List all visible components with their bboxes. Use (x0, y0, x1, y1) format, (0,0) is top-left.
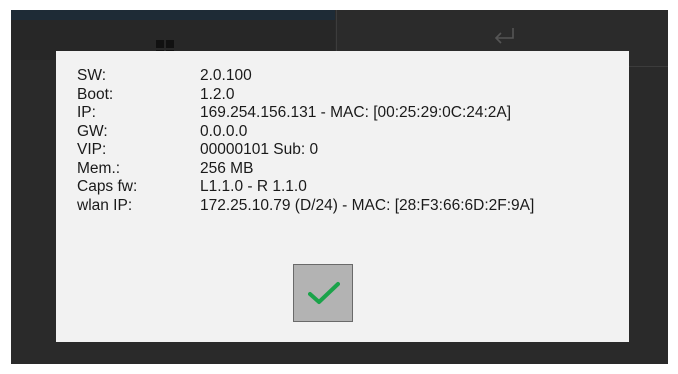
vip-label: VIP: (77, 141, 107, 158)
gw-label: GW: (77, 122, 108, 140)
sw-value: 2.0.100 (200, 67, 252, 84)
info-row-caps-fw: Caps fw: L1.1.0 - R 1.1.0 (77, 178, 534, 197)
info-row-sw: SW: 2.0.100 (77, 67, 534, 86)
mem-label: Mem.: (77, 159, 121, 177)
checkmark-icon (308, 282, 340, 304)
system-info-dialog: SW: 2.0.100 Boot: 1.2.0 IP: 169.254.156.… (56, 51, 629, 342)
boot-value: 1.2.0 (200, 85, 235, 103)
ip-value: 169.254.156.131 - MAC: [00:25:29:0C:24:2… (200, 104, 512, 121)
gw-value: 0.0.0.0 (200, 122, 248, 140)
device-screen: SW: 2.0.100 Boot: 1.2.0 IP: 169.254.156.… (11, 10, 668, 364)
sw-label: SW: (77, 67, 106, 84)
confirm-button[interactable] (293, 264, 353, 322)
info-row-ip: IP: 169.254.156.131 - MAC: [00:25:29:0C:… (77, 104, 534, 123)
info-row-vip: VIP: 00000101 Sub: 0 (77, 141, 534, 160)
boot-label: Boot: (77, 85, 114, 103)
wlan-ip-label: wlan IP: (77, 196, 133, 214)
active-tab-indicator (11, 10, 335, 20)
system-info-list: SW: 2.0.100 Boot: 1.2.0 IP: 169.254.156.… (77, 67, 534, 215)
info-row-mem: Mem.: 256 MB (77, 160, 534, 179)
caps-fw-label: Caps fw: (77, 178, 138, 195)
ip-label: IP: (77, 104, 96, 121)
vip-value: 00000101 Sub: 0 (200, 141, 319, 158)
return-icon (494, 28, 514, 44)
mem-value: 256 MB (200, 159, 254, 177)
caps-fw-value: L1.1.0 - R 1.1.0 (200, 178, 307, 195)
info-row-gw: GW: 0.0.0.0 (77, 123, 534, 142)
info-row-boot: Boot: 1.2.0 (77, 86, 534, 105)
wlan-ip-value: 172.25.10.79 (D/24) - MAC: [28:F3:66:6D:… (200, 196, 535, 214)
info-row-wlan-ip: wlan IP: 172.25.10.79 (D/24) - MAC: [28:… (77, 197, 534, 216)
